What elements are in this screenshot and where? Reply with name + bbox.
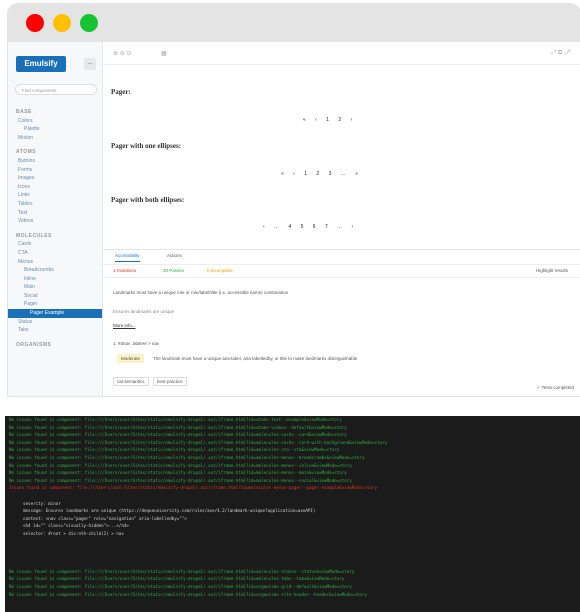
terminal-line: No issues found in component: file:///Us…: [9, 576, 345, 582]
terminal-line: context: <nav class="pager" role="naviga…: [23, 515, 187, 521]
sidebar-item[interactable]: Inline: [8, 275, 102, 284]
sidebar-item[interactable]: Forms: [8, 166, 102, 175]
terminal-line: Issues found in component: file:///Users…: [9, 485, 378, 491]
highlight-results-toggle[interactable]: Highlight results: [536, 268, 568, 273]
sidebar-item[interactable]: CTA: [8, 249, 102, 258]
passes-tab[interactable]: 30 Passes: [163, 268, 184, 273]
pager-both-ellipses-heading: Pager with both ellipses:: [111, 196, 185, 204]
sidebar-section-heading[interactable]: BASE: [8, 108, 102, 117]
title-bar: [8, 4, 580, 42]
terminal-line: No issues found in component: file:///Us…: [9, 432, 347, 438]
story-canvas: Pager: « ‹ 1 2 › Pager with one ellipses…: [103, 64, 580, 249]
terminal-line: No issues found in component: file:///Us…: [9, 439, 388, 445]
terminal-line: selector: #root > div:nth-child(2) > nav: [23, 530, 124, 536]
pager-one-ellipsis-heading: Pager with one ellipses:: [111, 142, 182, 150]
terminal-line: <h4 id="" class="visually-hidden">...</h…: [23, 523, 129, 529]
terminal-output: No issues found in component: file:///Us…: [5, 416, 580, 612]
sidebar-item[interactable]: Tables: [8, 200, 102, 209]
sidebar-item[interactable]: Icons: [8, 183, 102, 192]
sidebar-section-heading[interactable]: ATOMS: [8, 148, 102, 157]
sidebar-section-heading[interactable]: ORGANISMS: [8, 341, 102, 350]
sidebar: Emulsify – Find components BASE Colors Pal…: [8, 42, 103, 396]
sidebar-item[interactable]: Cards: [8, 240, 102, 249]
preview-toolbar: ⊕ ⊖ ⊙ ▦ ⤢ ⧉ ⇗: [103, 42, 580, 65]
sidebar-item[interactable]: Colors: [8, 117, 102, 126]
close-window-button[interactable]: [26, 14, 44, 32]
sidebar-menu-button[interactable]: –: [84, 58, 96, 70]
terminal-line: No issues found in component: file:///Us…: [9, 454, 365, 460]
terminal-line: No issues found in component: file:///Us…: [9, 424, 347, 430]
violations-tab[interactable]: 1 Violations: [113, 268, 136, 273]
toolbar-right-icons[interactable]: ⤢ ⧉ ⇗: [552, 50, 570, 57]
zoom-controls[interactable]: ⊕ ⊖ ⊙: [113, 50, 131, 57]
emulsify-logo[interactable]: Emulsify: [16, 56, 66, 72]
sidebar-item[interactable]: Videos: [8, 217, 102, 226]
terminal-line: No issues found in component: file:///Us…: [9, 477, 352, 483]
sidebar-item[interactable]: Buttons: [8, 157, 102, 166]
accessibility-panel: Accessibility Actions 1 Violations 30 Pa…: [103, 249, 580, 396]
sidebar-item[interactable]: Text: [8, 209, 102, 218]
pager-one-ellipsis[interactable]: « ‹ 1 2 3 … »: [281, 171, 358, 177]
sidebar-item[interactable]: Links: [8, 191, 102, 200]
tests-completed-status: ✓ Tests completed: [536, 385, 574, 390]
tab-accessibility[interactable]: Accessibility: [115, 253, 140, 262]
incomplete-tab[interactable]: 0 Incomplete: [207, 268, 233, 273]
addon-tabs: Accessibility Actions: [103, 250, 580, 265]
pager-heading: Pager:: [111, 88, 131, 96]
terminal-line: No issues found in component: file:///Us…: [9, 417, 342, 422]
sidebar-item[interactable]: Main: [8, 283, 102, 292]
terminal-line: No issues found in component: file:///Us…: [9, 470, 347, 476]
sidebar-item[interactable]: Motion: [8, 134, 102, 143]
search-input[interactable]: Find components: [15, 84, 97, 95]
sidebar-section-heading[interactable]: MOLECULES: [8, 232, 102, 241]
terminal-line: No issues found in component: file:///Us…: [9, 447, 340, 453]
tag-semantics: cat.semantics: [113, 377, 149, 386]
pager[interactable]: « ‹ 1 2 ›: [303, 117, 352, 123]
sidebar-item[interactable]: Status: [8, 318, 102, 327]
terminal-line: severity: minor: [23, 500, 61, 506]
rule-description: Ensures landmarks are unique: [113, 309, 175, 314]
violation-rule[interactable]: Landmarks must have a unique role or rol…: [113, 290, 288, 295]
grid-toggle-icon[interactable]: ▦: [161, 50, 167, 57]
impact-badge: Moderate: [117, 354, 145, 363]
sidebar-item[interactable]: Breadcrumbs: [8, 266, 102, 275]
sidebar-item[interactable]: Pager: [8, 300, 102, 309]
terminal-line: No issues found in component: file:///Us…: [9, 584, 352, 590]
sidebar-item[interactable]: Images: [8, 174, 102, 183]
tab-actions[interactable]: Actions: [167, 253, 182, 258]
component-tree: BASE Colors Palette Motion ATOMS Buttons Forms…: [8, 102, 102, 349]
maximize-window-button[interactable]: [80, 14, 98, 32]
results-tabs: 1 Violations 30 Passes 0 Incomplete High…: [103, 264, 580, 278]
terminal-line: No issues found in component: file:///Us…: [9, 568, 355, 574]
terminal-line: No issues found in component: file:///Us…: [9, 462, 352, 468]
more-info-link[interactable]: More info...: [113, 323, 136, 328]
terminal-line: No issues found in component: file:///Us…: [9, 591, 367, 597]
sidebar-item[interactable]: Palette: [8, 125, 102, 134]
pager-both-ellipses[interactable]: ‹ … 4 5 6 7 … ›: [263, 224, 353, 230]
terminal-line: message: Ensures landmarks are unique (h…: [23, 508, 316, 514]
violation-selector[interactable]: 1. #dnav .tabtree > nav: [113, 341, 159, 346]
tag-best-practice: best-practice: [153, 377, 187, 386]
minimize-window-button[interactable]: [53, 14, 71, 32]
sidebar-item[interactable]: Tabs: [8, 326, 102, 335]
sidebar-item[interactable]: Menus: [8, 258, 102, 267]
sidebar-item[interactable]: Pager Example: [8, 309, 102, 318]
storybook-window: Emulsify – Find components BASE Colors Pal…: [8, 4, 580, 396]
sidebar-item[interactable]: Social: [8, 292, 102, 301]
fix-message: The landmark must have a unique aria-lab…: [153, 356, 358, 361]
